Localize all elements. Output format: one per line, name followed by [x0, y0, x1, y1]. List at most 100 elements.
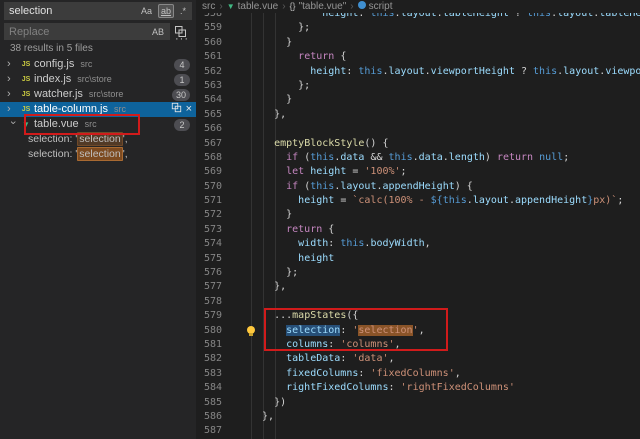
code-token	[250, 66, 310, 77]
line-number: 570	[196, 180, 222, 194]
code-token	[250, 195, 298, 206]
code-line-577[interactable]: 577 },	[196, 280, 640, 294]
code-text: let height = '100%';	[222, 165, 407, 179]
code-line-573[interactable]: 573 return {	[196, 223, 640, 237]
code-line-580[interactable]: 580 selection: 'selection',	[196, 324, 640, 338]
code-line-561[interactable]: 561 return {	[196, 50, 640, 64]
code-token	[250, 382, 286, 393]
code-token: return	[298, 51, 334, 62]
code-token: &&	[364, 152, 388, 163]
code-line-571[interactable]: 571 height = `calc(100% - ${this.layout.…	[196, 194, 640, 208]
file-row-index.js[interactable]: ›JSindex.jssrc\store1	[0, 72, 196, 87]
code-token: =	[334, 195, 352, 206]
code-token: null	[539, 152, 563, 163]
search-input[interactable]	[4, 5, 138, 17]
code-token	[250, 238, 298, 249]
code-token: :	[328, 238, 340, 249]
code-line-562[interactable]: 562 height: this.layout.viewportHeight ?…	[196, 65, 640, 79]
code-token: columns	[286, 339, 328, 350]
code-line-574[interactable]: 574 width: this.bodyWidth,	[196, 237, 640, 251]
file-row-table-column.js[interactable]: ›JStable-column.jssrc×	[0, 102, 196, 117]
code-line-585[interactable]: 585 })	[196, 396, 640, 410]
breadcrumb-label: src	[202, 1, 215, 12]
code-line-568[interactable]: 568 if (this.data && this.data.length) r…	[196, 151, 640, 165]
match-highlight: selection	[77, 132, 122, 146]
file-path: src	[80, 59, 92, 69]
vue-file-icon: ▼	[20, 117, 32, 132]
file-row-watcher.js[interactable]: ›JSwatcher.jssrc\store30	[0, 87, 196, 102]
line-number: 581	[196, 338, 222, 352]
match-case-toggle[interactable]: Aa	[138, 4, 155, 18]
code-line-567[interactable]: 567 emptyBlockStyle() {	[196, 137, 640, 151]
code-line-570[interactable]: 570 if (this.layout.appendHeight) {	[196, 180, 640, 194]
lightbulb-icon[interactable]	[247, 326, 255, 334]
code-token: {	[334, 51, 346, 62]
preserve-case-toggle[interactable]: AB	[149, 25, 167, 39]
chevron-icon[interactable]: ›	[7, 57, 17, 72]
braces-icon: {}	[290, 1, 296, 11]
whole-word-toggle[interactable]: ab	[158, 4, 174, 18]
replace-all-in-file-button[interactable]	[171, 102, 182, 118]
code-line-578[interactable]: 578	[196, 295, 640, 309]
code-text: width: this.bodyWidth,	[222, 237, 431, 251]
breadcrumb-item-script[interactable]: script	[358, 1, 393, 12]
code-line-586[interactable]: 586 },	[196, 410, 640, 424]
code-token: selection	[358, 325, 412, 336]
code-token: px)`	[593, 195, 617, 206]
code-line-579[interactable]: 579 ...mapStates({	[196, 309, 640, 323]
search-result-row[interactable]: selection: 'selection',	[0, 132, 196, 147]
code-line-565[interactable]: 565 },	[196, 108, 640, 122]
dismiss-icon[interactable]: ×	[186, 104, 192, 115]
code-token: ,	[455, 368, 461, 379]
code-line-581[interactable]: 581 columns: 'columns',	[196, 338, 640, 352]
code-line-560[interactable]: 560 }	[196, 36, 640, 50]
replace-input[interactable]	[4, 26, 149, 38]
code-token: length	[449, 152, 485, 163]
code-token: layout	[473, 195, 509, 206]
code-line-583[interactable]: 583 fixedColumns: 'fixedColumns',	[196, 367, 640, 381]
result-text-after: ',	[123, 148, 128, 160]
code-line-572[interactable]: 572 }	[196, 208, 640, 222]
code-line-569[interactable]: 569 let height = '100%';	[196, 165, 640, 179]
code-line-559[interactable]: 559 };	[196, 21, 640, 35]
code-token: data	[340, 152, 364, 163]
code-line-587[interactable]: 587	[196, 424, 640, 438]
breadcrumb-item-src[interactable]: src	[202, 1, 215, 12]
result-count-badge: 2	[174, 119, 190, 131]
code-line-566[interactable]: 566	[196, 122, 640, 136]
file-row-table.vue[interactable]: ›▼table.vuesrc2	[0, 117, 196, 132]
code-token: height	[298, 253, 334, 264]
code-token: ({	[346, 310, 358, 321]
code-token	[250, 181, 286, 192]
line-number: 559	[196, 21, 222, 35]
code-token: viewport	[605, 66, 640, 77]
regex-toggle[interactable]: .*	[177, 4, 189, 18]
code-token: )	[485, 152, 497, 163]
code-line-582[interactable]: 582 tableData: 'data',	[196, 352, 640, 366]
chevron-icon[interactable]: ›	[5, 121, 20, 131]
code-line-564[interactable]: 564 }	[196, 93, 640, 107]
code-token: }	[250, 94, 292, 105]
line-number: 575	[196, 252, 222, 266]
search-result-row[interactable]: selection: 'selection',	[0, 147, 196, 162]
chevron-icon[interactable]: ›	[7, 72, 17, 87]
code-token	[250, 353, 286, 364]
search-box: Aa ab .*	[4, 2, 192, 20]
chevron-icon[interactable]: ›	[7, 87, 17, 102]
file-row-config.js[interactable]: ›JSconfig.jssrc4	[0, 57, 196, 72]
breadcrumb-separator: ›	[282, 1, 285, 12]
code-line-575[interactable]: 575 height	[196, 252, 640, 266]
code-token: ,	[388, 353, 394, 364]
code-text: },	[222, 280, 286, 294]
code-line-576[interactable]: 576 };	[196, 266, 640, 280]
code-token: 'rightFixedColumns'	[401, 382, 515, 393]
code-line-563[interactable]: 563 };	[196, 79, 640, 93]
more-actions-button[interactable]: ···	[175, 33, 189, 45]
code-token	[250, 51, 298, 62]
line-number: 568	[196, 151, 222, 165]
breadcrumb-item-table.vue[interactable]: ▼table.vue	[227, 1, 279, 12]
code-token: 'data'	[352, 353, 388, 364]
chevron-icon[interactable]: ›	[7, 102, 17, 117]
code-line-584[interactable]: 584 rightFixedColumns: 'rightFixedColumn…	[196, 381, 640, 395]
breadcrumb-item-table.vue[interactable]: {}"table.vue"	[290, 1, 347, 12]
